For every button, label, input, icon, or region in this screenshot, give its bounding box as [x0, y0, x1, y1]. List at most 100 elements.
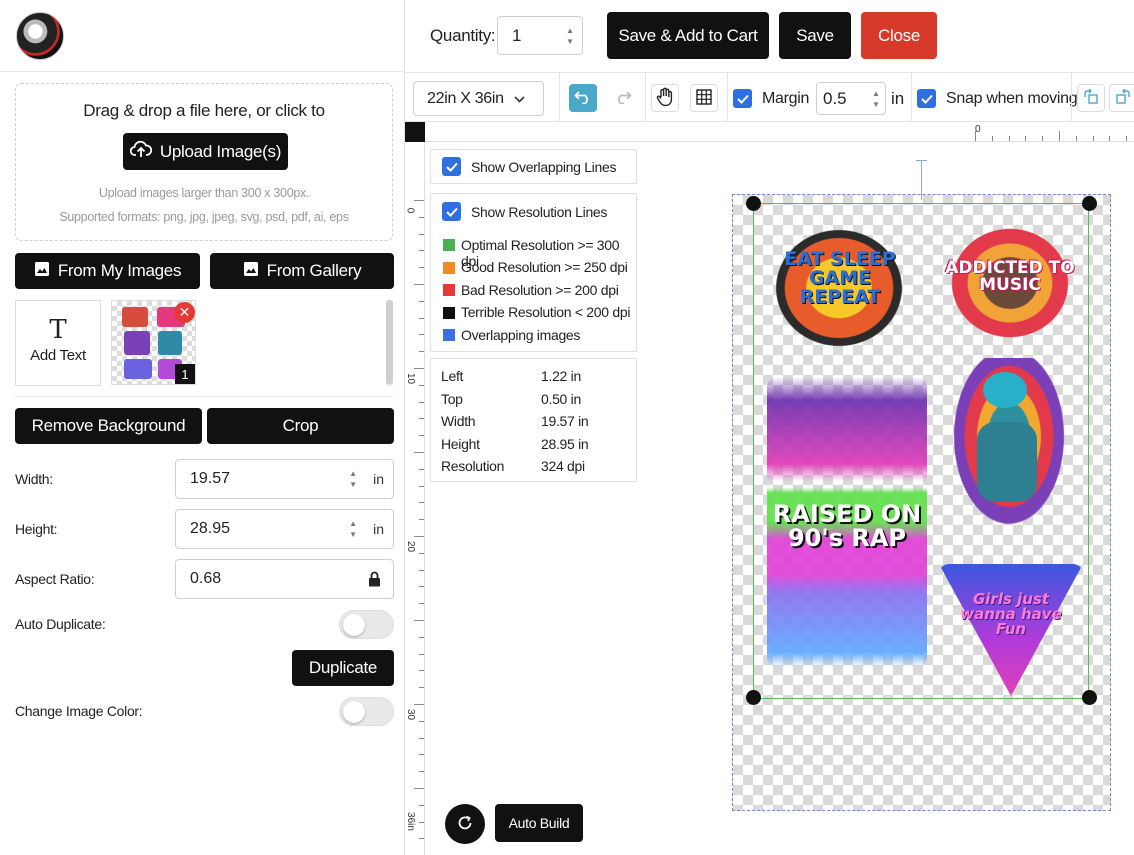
rotation-handle[interactable] [921, 160, 922, 200]
brand-logo[interactable] [16, 12, 64, 60]
height-value: 28.95 [190, 520, 231, 537]
add-text-label: Add Text [30, 347, 86, 364]
image-icon [34, 261, 50, 282]
ruler-tick [419, 653, 424, 655]
lock-icon[interactable] [368, 571, 381, 592]
grid-toggle-button[interactable] [690, 84, 718, 112]
left-panel: Drag & drop a file here, or click to Upl… [0, 0, 405, 855]
grid-icon [696, 88, 712, 108]
close-button[interactable]: Close [861, 12, 937, 59]
ruler-tick [419, 838, 424, 840]
ruler-tick [991, 136, 993, 141]
pan-tool-button[interactable] [651, 84, 679, 112]
resize-handle-bottom-left[interactable] [746, 690, 761, 705]
resize-handle-top-right[interactable] [1082, 196, 1097, 211]
auto-duplicate-toggle[interactable] [339, 610, 394, 639]
toolbar-divider [1071, 73, 1072, 121]
divider [15, 396, 393, 397]
sheet-size-select[interactable]: 22in X 36in [413, 81, 544, 116]
ruler-left-number: 0 [405, 207, 416, 214]
quantity-spinner-icon[interactable]: ▲ ▼ [566, 25, 574, 47]
ruler-tick [419, 435, 424, 437]
margin-unit: in [891, 89, 905, 108]
margin-input[interactable]: 0.5 ▲ ▼ [816, 82, 886, 115]
from-my-images-label: From My Images [57, 261, 182, 280]
text-icon: T [49, 315, 67, 345]
resolution-legend-panel: Show Resolution Lines Optimal Resolution… [430, 193, 637, 352]
legend-label: Good Resolution >= 250 dpi [461, 259, 628, 275]
upload-images-button[interactable]: Upload Image(s) [123, 133, 288, 170]
toolbar-divider [645, 73, 646, 121]
undo-button[interactable] [569, 84, 597, 112]
ruler-tick [1059, 131, 1060, 141]
width-input[interactable]: 19.57 ▲ ▼ in [175, 459, 394, 499]
thumbnail-scrollbar[interactable] [386, 300, 393, 386]
ruler-tick [419, 737, 424, 739]
show-resolution-checkbox[interactable] [442, 202, 461, 221]
save-label: Save [796, 25, 834, 45]
margin-spinner-icon[interactable]: ▲ ▼ [872, 88, 880, 110]
rotate-right-icon [1115, 88, 1131, 108]
thumbnail-count-badge: 1 [175, 364, 195, 384]
change-image-color-toggle[interactable] [339, 697, 394, 726]
ruler-tick [1025, 136, 1027, 141]
margin-value: 0.5 [823, 88, 847, 108]
upload-formats-hint: Supported formats: png, jpg, jpeg, svg, … [59, 210, 349, 224]
quantity-stepper[interactable]: 1 ▲ ▼ [497, 16, 583, 55]
info-key: Left [441, 368, 464, 384]
from-my-images-button[interactable]: From My Images [15, 253, 200, 289]
save-button[interactable]: Save [779, 12, 851, 59]
height-label: Height: [15, 521, 58, 537]
legend-swatch [443, 307, 455, 319]
design-canvas-area[interactable]: 0 0 10 20 30 36in Show Overlapping Lines… [405, 122, 1134, 855]
ruler-tick [419, 670, 424, 672]
height-input[interactable]: 28.95 ▲ ▼ in [175, 509, 394, 549]
resize-handle-bottom-right[interactable] [1082, 690, 1097, 705]
selection-frame[interactable] [753, 203, 1089, 699]
refresh-button[interactable] [445, 804, 485, 844]
ruler-tick [419, 502, 424, 504]
save-add-to-cart-button[interactable]: Save & Add to Cart [607, 12, 769, 59]
legend-label: Terrible Resolution < 200 dpi [461, 304, 631, 320]
ruler-tick [414, 704, 424, 705]
duplicate-button[interactable]: Duplicate [292, 650, 394, 686]
from-gallery-label: From Gallery [266, 261, 362, 280]
rotate-right-button[interactable] [1109, 84, 1134, 112]
ruler-left-number: 10 [405, 372, 417, 385]
sheet-size-value: 22in X 36in [427, 89, 504, 107]
crop-label: Crop [282, 416, 319, 435]
file-dropzone[interactable]: Drag & drop a file here, or click to Upl… [15, 83, 393, 241]
legend-label: Bad Resolution >= 200 dpi [461, 282, 619, 298]
ruler-tick [419, 804, 424, 806]
redo-button[interactable] [609, 84, 637, 112]
height-spinner-icon[interactable]: ▲ ▼ [349, 518, 357, 540]
info-value: 28.95 in [541, 436, 589, 452]
info-value: 324 dpi [541, 458, 585, 474]
ruler-tick [419, 317, 424, 319]
save-add-to-cart-label: Save & Add to Cart [618, 25, 758, 45]
show-overlapping-checkbox[interactable] [442, 157, 461, 176]
snap-checkbox[interactable] [917, 89, 936, 108]
ruler-tick [414, 284, 424, 285]
selection-info-panel: Left 1.22 in Top 0.50 in Width 19.57 in … [430, 358, 637, 482]
width-label: Width: [15, 471, 53, 487]
ruler-tick [414, 788, 424, 789]
ruler-left: 0 10 20 30 36in [405, 142, 425, 855]
resize-handle-top-left[interactable] [746, 196, 761, 211]
close-label: Close [878, 25, 920, 45]
auto-build-button[interactable]: Auto Build [495, 804, 583, 842]
width-spinner-icon[interactable]: ▲ ▼ [349, 468, 357, 490]
add-text-button[interactable]: T Add Text [15, 300, 101, 386]
cloud-upload-icon [129, 140, 153, 163]
from-gallery-button[interactable]: From Gallery [210, 253, 394, 289]
remove-thumbnail-icon[interactable]: ✕ [174, 302, 195, 323]
rotate-left-button[interactable] [1077, 84, 1105, 112]
margin-checkbox[interactable] [733, 89, 752, 108]
aspect-ratio-label: Aspect Ratio: [15, 571, 95, 587]
legend-swatch [443, 329, 455, 341]
remove-background-button[interactable]: Remove Background [15, 408, 202, 444]
crop-button[interactable]: Crop [207, 408, 394, 444]
snap-when-moving-label: Snap when moving [946, 90, 1078, 107]
toolbar-divider [559, 73, 560, 121]
aspect-ratio-input[interactable]: 0.68 [175, 559, 394, 599]
